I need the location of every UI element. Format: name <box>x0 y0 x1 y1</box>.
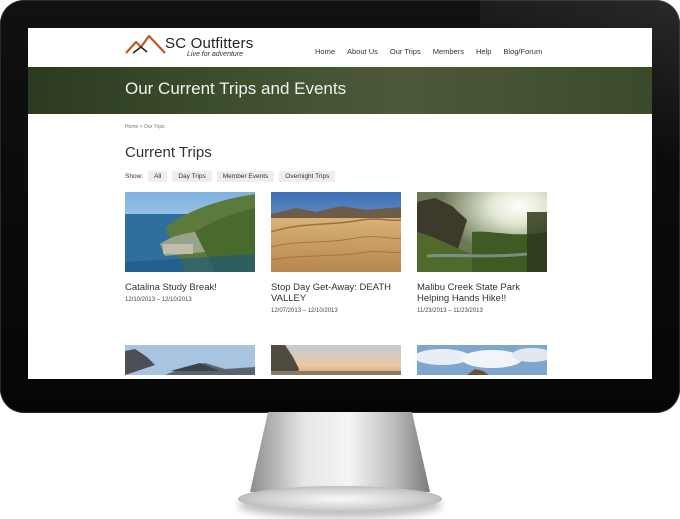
coastal-harbor-photo[interactable] <box>125 192 255 272</box>
filter-member-events-button[interactable]: Member Events <box>216 171 275 182</box>
banner-title: Our Current Trips and Events <box>125 79 347 98</box>
site-header: SC Outfitters Live for adventure Home Ab… <box>28 28 652 67</box>
sunset-rock-photo[interactable] <box>271 345 401 375</box>
nav-home[interactable]: Home <box>315 47 335 56</box>
trip-dates: 12/07/2013 – 12/10/2013 <box>271 308 338 314</box>
trip-title[interactable]: Stop Day Get-Away: DEATH VALLEY <box>271 282 401 304</box>
nav-about-us[interactable]: About Us <box>347 47 378 56</box>
logo-tagline: Live for adventure <box>187 51 244 58</box>
section-title: Current Trips <box>125 144 212 161</box>
main-nav: Home About Us Our Trips Members Help Blo… <box>315 47 554 56</box>
cloudy-summit-photo[interactable] <box>417 345 547 375</box>
page-banner: Our Current Trips and Events <box>28 67 652 114</box>
trip-card[interactable]: Stop Day Get-Away: DEATH VALLEY 12/07/20… <box>271 192 401 314</box>
trip-dates: 11/23/2013 – 11/23/2013 <box>417 308 483 314</box>
website-screen: SC Outfitters Live for adventure Home Ab… <box>28 28 652 379</box>
monitor-stand-base <box>238 486 442 512</box>
trip-card[interactable]: Malibu Creek State Park Helping Hands Hi… <box>417 192 547 314</box>
logo-name: SC Outfitters <box>165 35 254 52</box>
nav-members[interactable]: Members <box>433 47 464 56</box>
filter-day-trips-button[interactable]: Day Trips <box>172 171 212 182</box>
trip-dates: 12/10/2013 – 12/10/2013 <box>125 297 192 303</box>
nav-blog-forum[interactable]: Blog/Forum <box>503 47 542 56</box>
breadcrumb[interactable]: Home > Our Trips <box>125 124 165 130</box>
canyon-creek-photo[interactable] <box>417 192 547 272</box>
mountain-logo-icon <box>125 34 166 54</box>
mountain-sky-photo[interactable] <box>125 345 255 375</box>
trip-title[interactable]: Malibu Creek State Park Helping Hands Hi… <box>417 282 547 304</box>
trip-title[interactable]: Catalina Study Break! <box>125 282 255 293</box>
filters-label: Show: <box>125 173 144 180</box>
site-logo[interactable]: SC Outfitters Live for adventure <box>125 33 285 63</box>
desert-dunes-photo[interactable] <box>271 192 401 272</box>
monitor-stand-neck <box>250 412 430 492</box>
trip-filters: Show: All Day Trips Member Events Overni… <box>125 171 340 182</box>
filter-all-button[interactable]: All <box>148 171 168 182</box>
filter-overnight-trips-button[interactable]: Overnight Trips <box>279 171 336 182</box>
nav-our-trips[interactable]: Our Trips <box>390 47 421 56</box>
nav-help[interactable]: Help <box>476 47 491 56</box>
trip-card[interactable]: Catalina Study Break! 12/10/2013 – 12/10… <box>125 192 255 303</box>
